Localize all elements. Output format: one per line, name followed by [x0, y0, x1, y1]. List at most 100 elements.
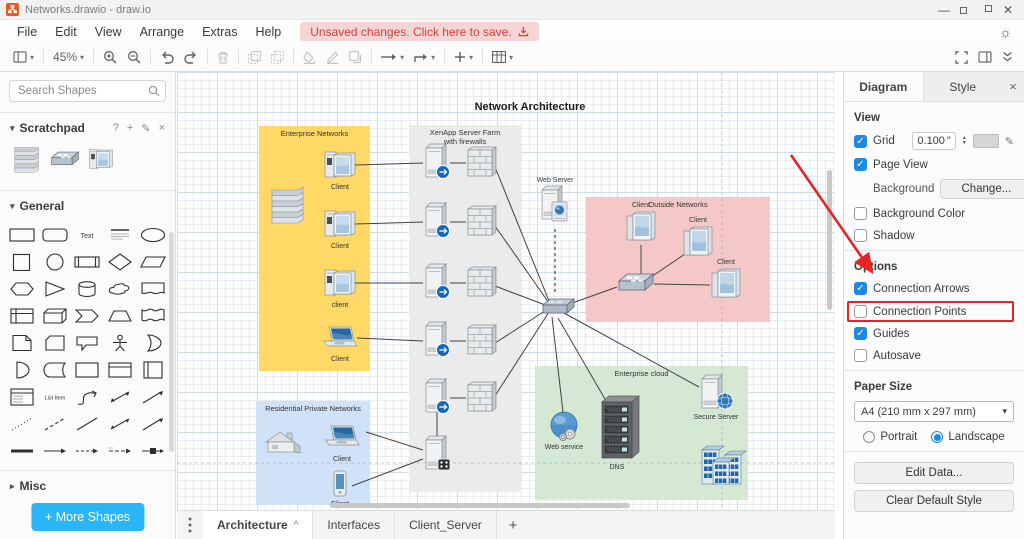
menu-help[interactable]: Help	[247, 23, 291, 41]
scratchpad-shape-client[interactable]	[88, 147, 114, 178]
fullscreen-icon[interactable]	[950, 48, 973, 67]
scratchpad-edit-icon[interactable]: ✎	[141, 122, 150, 135]
node-switch[interactable]	[619, 274, 653, 290]
shape-triangle[interactable]	[39, 275, 72, 302]
diagram-canvas[interactable]: Enterprise NetworksXenApp Server Farmwit…	[177, 72, 835, 510]
shape-document[interactable]	[136, 275, 169, 302]
panel-close-icon[interactable]: ×	[1002, 72, 1024, 101]
redo-icon[interactable]	[179, 48, 203, 67]
canvas-vertical-scrollbar[interactable]	[827, 170, 832, 310]
shape-line[interactable]	[71, 410, 104, 437]
node-server-badge[interactable]	[426, 379, 450, 414]
node-web-server[interactable]: Web Server	[537, 177, 574, 221]
general-section-header[interactable]: ▾ General	[0, 191, 175, 219]
shape-rounded-rectangle[interactable]	[39, 221, 72, 248]
unsaved-changes-button[interactable]: Unsaved changes. Click here to save.	[300, 22, 538, 41]
shape-and[interactable]	[6, 356, 39, 383]
theme-toggle-icon[interactable]: ☼	[999, 24, 1012, 40]
portrait-radio[interactable]: Portrait	[863, 431, 917, 443]
scratchpad-help-icon[interactable]: ?	[113, 122, 119, 135]
shape-dotted-line[interactable]	[6, 410, 39, 437]
shape-note[interactable]	[6, 329, 39, 356]
grid-color-swatch[interactable]	[973, 134, 999, 148]
shape-bidirectional-connector[interactable]	[104, 410, 137, 437]
shape-cloud[interactable]	[104, 275, 137, 302]
shape-link[interactable]	[6, 437, 39, 464]
scratchpad-add-icon[interactable]: +	[127, 122, 133, 135]
shape-callout[interactable]	[71, 329, 104, 356]
scratchpad-shape-switch[interactable]	[50, 150, 80, 175]
collapse-toolbar-icon[interactable]	[997, 48, 1018, 66]
node-server-badge[interactable]	[426, 322, 450, 357]
tab-diagram[interactable]: Diagram	[844, 72, 924, 101]
shape-dashed-line[interactable]	[39, 410, 72, 437]
node-firewall[interactable]	[468, 206, 496, 235]
zoom-out-icon[interactable]	[122, 47, 146, 67]
grid-checkbox[interactable]: ✓	[854, 135, 867, 148]
node-firewall[interactable]	[468, 267, 496, 296]
shape-hexagon[interactable]	[6, 275, 39, 302]
node-server-badge[interactable]	[426, 144, 450, 179]
shape-list-item[interactable]: List Item	[39, 383, 72, 410]
canvas-horizontal-scrollbar[interactable]	[330, 503, 630, 508]
node-firewall[interactable]	[468, 382, 496, 411]
group-residential-networks[interactable]: Residential Private Networks	[256, 401, 370, 505]
node-firewall[interactable]	[468, 325, 496, 354]
shape-text[interactable]: Text	[71, 221, 104, 248]
scratchpad-section-header[interactable]: ▾ Scratchpad ? + ✎ ×	[0, 113, 175, 141]
node-server-badge[interactable]	[426, 264, 450, 299]
background-color-checkbox[interactable]	[854, 207, 867, 220]
shape-trapezoid[interactable]	[104, 302, 137, 329]
shape-heading[interactable]	[104, 221, 137, 248]
shape-square[interactable]	[6, 248, 39, 275]
shape-card[interactable]	[39, 329, 72, 356]
scratchpad-close-icon[interactable]: ×	[159, 122, 165, 135]
landscape-radio[interactable]: Landscape	[931, 431, 1004, 443]
shape-step[interactable]	[71, 302, 104, 329]
waypoint-icon[interactable]: ▾	[409, 49, 440, 66]
shape-container[interactable]	[71, 356, 104, 383]
shape-arrow-line[interactable]	[39, 437, 72, 464]
add-page-button[interactable]: +	[497, 511, 530, 539]
shape-curve[interactable]	[71, 383, 104, 410]
shadow-checkbox[interactable]	[854, 229, 867, 242]
menu-file[interactable]: File	[8, 23, 46, 41]
tab-style[interactable]: Style	[924, 72, 1003, 101]
change-background-button[interactable]: Change...	[940, 179, 1024, 199]
shape-list[interactable]	[6, 383, 39, 410]
shape-bidirectional-arrow[interactable]	[104, 383, 137, 410]
shape-boxed-connector[interactable]	[136, 437, 169, 464]
close-button[interactable]: ✕	[992, 0, 1024, 19]
shape-diamond[interactable]	[104, 248, 137, 275]
menu-edit[interactable]: Edit	[46, 23, 86, 41]
misc-section-header[interactable]: ▸ Misc	[0, 471, 175, 499]
shape-ellipse[interactable]	[136, 221, 169, 248]
maximize-button[interactable]	[960, 0, 992, 19]
page-tab-client_server[interactable]: Client_Server	[395, 511, 497, 539]
grid-size-input[interactable]: 0.100"	[912, 132, 955, 150]
connection-arrow-icon[interactable]: ▾	[376, 50, 409, 65]
format-panel-toggle-icon[interactable]	[973, 48, 997, 66]
shape-circle[interactable]	[39, 248, 72, 275]
sidebar-scrollbar[interactable]	[169, 232, 174, 452]
shape-parallelogram[interactable]	[136, 248, 169, 275]
shape-dashed-arrow[interactable]	[71, 437, 104, 464]
page-view-checkbox[interactable]: ✓	[854, 158, 867, 171]
scratchpad-shape-server-stack[interactable]	[12, 147, 42, 178]
page-tab-interfaces[interactable]: Interfaces	[313, 511, 395, 539]
node-firewall[interactable]	[468, 147, 496, 176]
grid-color-edit-icon[interactable]: ✎	[1005, 135, 1014, 148]
grid-size-stepper[interactable]: ▲▼	[962, 136, 967, 146]
shape-directional-connector[interactable]	[136, 410, 169, 437]
shape-cube[interactable]	[39, 302, 72, 329]
pages-menu-icon[interactable]	[177, 511, 203, 539]
shape-vertical-container[interactable]	[136, 356, 169, 383]
menu-arrange[interactable]: Arrange	[131, 23, 193, 41]
shape-rectangle[interactable]	[6, 221, 39, 248]
shape-actor[interactable]	[104, 329, 137, 356]
edit-data-button[interactable]: Edit Data...	[854, 462, 1014, 484]
zoom-level-dropdown[interactable]: 45%▾	[48, 47, 89, 67]
clear-default-style-button[interactable]: Clear Default Style	[854, 490, 1014, 512]
group-xenapp-farm[interactable]: XenApp Server Farmwith firewalls	[409, 125, 521, 492]
more-shapes-button[interactable]: + More Shapes	[31, 503, 144, 531]
